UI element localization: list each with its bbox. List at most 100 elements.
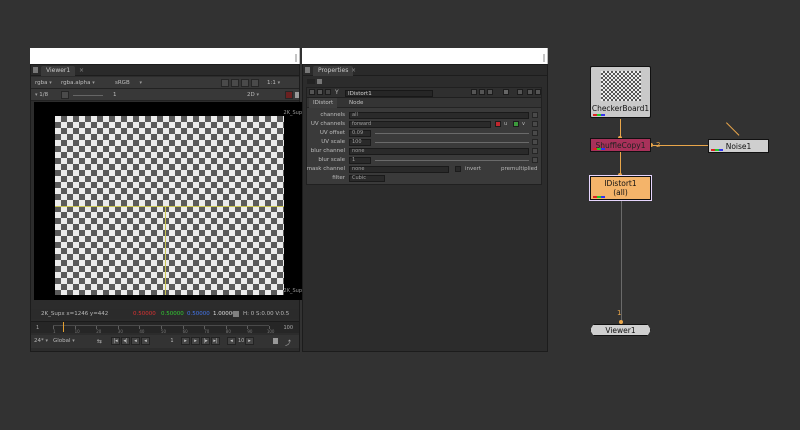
- uv-channels-dropdown[interactable]: forward: [349, 121, 491, 128]
- last-frame-button[interactable]: ▸|: [211, 337, 220, 345]
- fps-value: 24*: [34, 338, 44, 344]
- output-pip: [601, 148, 605, 150]
- increment-field[interactable]: 10: [238, 338, 244, 344]
- prev-keyframe-button[interactable]: ◂|: [121, 337, 130, 345]
- viewer-toolbar-second: ▾ 1/8 1 2D ▾: [31, 89, 299, 101]
- playhead[interactable]: [63, 322, 64, 332]
- lock-icon[interactable]: [295, 92, 299, 98]
- blur-scale-field[interactable]: 1: [349, 157, 371, 164]
- compare-icon[interactable]: [61, 91, 69, 99]
- prev-frame-button[interactable]: ◂: [131, 337, 140, 345]
- next-frame-button[interactable]: ▸: [191, 337, 200, 345]
- zoom-dropdown[interactable]: 1:1 ▾: [267, 79, 280, 87]
- uv-offset-slider[interactable]: [375, 133, 529, 134]
- node-graph[interactable]: 2 1 CheckerBoard1 ShuffleCopy1 Noise1 ID…: [555, 40, 795, 350]
- max-panels-field[interactable]: [307, 79, 315, 84]
- help-icon[interactable]: [325, 89, 331, 95]
- filter-dropdown[interactable]: Cubic: [349, 175, 385, 182]
- skip-forward-button[interactable]: ▸: [245, 337, 254, 345]
- viewer-canvas[interactable]: 2K_Sup 2K_Sup: [34, 102, 302, 300]
- node-idistort[interactable]: IDistort1 (all): [589, 175, 652, 201]
- clear-panels-icon[interactable]: [317, 79, 322, 84]
- frame-end[interactable]: 100: [283, 325, 293, 331]
- scroll-nub[interactable]: [543, 54, 545, 62]
- blur-channel-dropdown[interactable]: none: [349, 148, 529, 155]
- skip-back-button[interactable]: ◂: [227, 337, 236, 345]
- node-checkerboard[interactable]: CheckerBoard1: [590, 66, 651, 118]
- timeline-track[interactable]: 1 10 20 30 40 50 60 70 80 90 100: [53, 325, 274, 334]
- redo-icon[interactable]: [479, 89, 485, 95]
- scroll-nub[interactable]: [295, 54, 297, 62]
- timeline-tick-label: 70: [204, 329, 210, 334]
- float-panel-icon[interactable]: [517, 89, 523, 95]
- wipe-slider[interactable]: [73, 95, 103, 96]
- node-viewer[interactable]: Viewer1: [590, 324, 651, 336]
- animation-icon[interactable]: [532, 148, 538, 154]
- mask-channel-dropdown[interactable]: none: [349, 166, 449, 173]
- knob-filter: filter Cubic: [307, 174, 541, 182]
- uv-v-toggle-icon[interactable]: [513, 121, 519, 127]
- close-icon[interactable]: ×: [79, 66, 84, 76]
- node-color-icon[interactable]: [503, 89, 509, 95]
- float-icon[interactable]: [317, 89, 323, 95]
- tab-idistort[interactable]: IDistort: [309, 98, 338, 108]
- tab-properties[interactable]: Properties: [313, 66, 354, 76]
- timeline[interactable]: 1 1 10 20 30 40 50 60 70 80 90 100 100: [31, 321, 299, 334]
- channels-dropdown[interactable]: all: [349, 112, 529, 119]
- animation-icon[interactable]: [532, 112, 538, 118]
- collapse-icon[interactable]: [309, 89, 315, 95]
- node-name-field[interactable]: IDistort1: [345, 90, 433, 97]
- channels-dropdown[interactable]: rgba ▾: [35, 79, 52, 87]
- input-label-1: 1: [617, 309, 622, 317]
- roi-icon[interactable]: [241, 79, 249, 87]
- next-keyframe-button[interactable]: |▸: [201, 337, 210, 345]
- uv-scale-slider[interactable]: [375, 142, 529, 143]
- chevron-down-icon: ▾: [256, 92, 259, 98]
- revert-icon[interactable]: [487, 89, 493, 95]
- properties-tab-bar: Properties ×: [303, 65, 547, 76]
- view-mode-dropdown[interactable]: 2D ▾: [247, 91, 259, 99]
- animation-icon[interactable]: [532, 121, 538, 127]
- tab-node[interactable]: Node: [345, 98, 367, 108]
- panel-menu-icon[interactable]: [305, 67, 310, 73]
- panel-menu-icon[interactable]: [33, 67, 38, 73]
- uv-scale-field[interactable]: 100: [349, 139, 371, 146]
- node-label: IDistort1: [604, 179, 637, 188]
- frame-start[interactable]: 1: [36, 325, 39, 331]
- undo-icon[interactable]: [471, 89, 477, 95]
- colorspace-dropdown[interactable]: sRGB ▾: [115, 79, 142, 87]
- proxy-icon[interactable]: [221, 79, 229, 87]
- play-forward-button[interactable]: ▸: [181, 337, 190, 345]
- node-noise[interactable]: Noise1: [708, 139, 769, 153]
- range-dropdown[interactable]: Global ▾: [53, 338, 75, 344]
- play-backward-button[interactable]: ◂: [141, 337, 150, 345]
- close-node-icon[interactable]: [527, 89, 533, 95]
- uv-u-toggle-icon[interactable]: [495, 121, 501, 127]
- animation-icon[interactable]: [532, 130, 538, 136]
- animation-icon[interactable]: [532, 157, 538, 163]
- input-b-control[interactable]: 1: [113, 91, 117, 99]
- alpha-dropdown[interactable]: rgba.alpha ▾: [61, 79, 95, 87]
- invert-checkbox[interactable]: [455, 166, 461, 172]
- close-icon[interactable]: ×: [351, 66, 356, 76]
- tab-viewer[interactable]: Viewer1: [41, 66, 76, 76]
- first-frame-button[interactable]: |◂: [111, 337, 120, 345]
- sync-icon[interactable]: ⤴: [285, 338, 291, 347]
- blur-scale-slider[interactable]: [375, 160, 529, 161]
- timeline-tick-label: 100: [266, 329, 275, 334]
- grid-icon[interactable]: [251, 79, 259, 87]
- lock-range-icon[interactable]: [273, 338, 278, 344]
- region-icon[interactable]: [231, 79, 239, 87]
- viewer-toolbar-top: rgba ▾ rgba.alpha ▾ sRGB ▾ 1:1 ▾: [31, 77, 299, 89]
- uv-offset-field[interactable]: 0.09: [349, 130, 371, 137]
- node-shufflecopy[interactable]: ShuffleCopy1: [590, 138, 651, 152]
- animation-icon[interactable]: [532, 139, 538, 145]
- close-node-icon[interactable]: [535, 89, 541, 95]
- properties-top-strip: [302, 48, 548, 64]
- visibility-icon[interactable]: Y: [335, 89, 339, 96]
- frame-step-icon[interactable]: ⇆: [97, 338, 102, 345]
- input-a-control[interactable]: ▾ 1/8: [35, 91, 48, 99]
- timeline-tick-label: 50: [161, 329, 167, 334]
- fps-dropdown[interactable]: 24* ▾: [34, 338, 48, 344]
- pause-icon[interactable]: [285, 91, 293, 99]
